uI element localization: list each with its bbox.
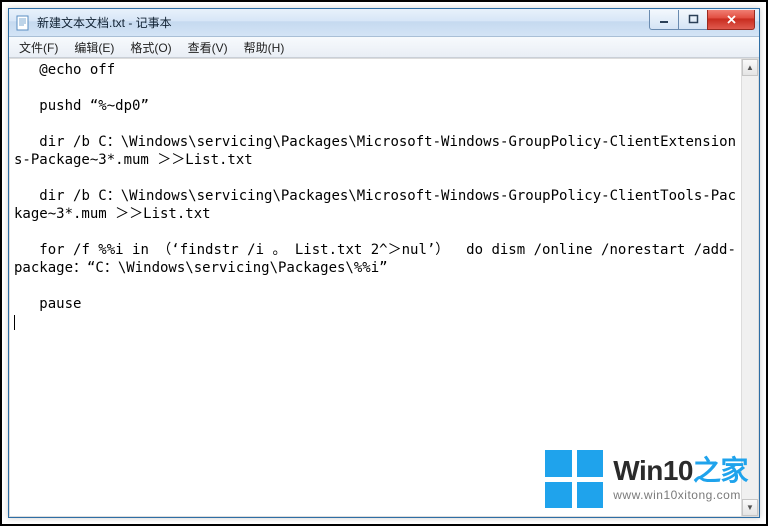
scroll-up-button[interactable]: ▲	[742, 59, 758, 76]
menu-view[interactable]: 查看(V)	[180, 37, 236, 58]
brand-suffix: 之家	[693, 455, 748, 486]
minimize-button[interactable]	[649, 10, 679, 30]
window-title: 新建文本文档.txt - 记事本	[37, 14, 650, 31]
menu-help[interactable]: 帮助(H)	[236, 37, 293, 58]
menu-format[interactable]: 格式(O)	[122, 37, 179, 58]
editor-text: @echo off pushd “%~dp0” dir /b C：\Window…	[14, 62, 736, 312]
menu-file[interactable]: 文件(F)	[11, 37, 66, 58]
watermark-brand: Win10之家	[613, 457, 748, 485]
vertical-scrollbar[interactable]: ▲ ▼	[741, 59, 758, 516]
window-controls	[650, 10, 755, 30]
brand-prefix: Win10	[613, 455, 693, 486]
watermark-text: Win10之家 www.win10xitong.com	[613, 457, 748, 501]
menu-edit[interactable]: 编辑(E)	[66, 37, 122, 58]
text-editor[interactable]: @echo off pushd “%~dp0” dir /b C：\Window…	[10, 59, 741, 516]
maximize-button[interactable]	[678, 10, 708, 30]
close-button[interactable]	[707, 10, 755, 30]
watermark-url: www.win10xitong.com	[613, 489, 748, 501]
menubar: 文件(F) 编辑(E) 格式(O) 查看(V) 帮助(H)	[9, 37, 759, 58]
watermark: Win10之家 www.win10xitong.com	[545, 450, 748, 508]
notepad-window: 新建文本文档.txt - 记事本 文件(F) 编辑(E) 格式(O) 查看(V)…	[8, 8, 760, 518]
windows-logo-icon	[545, 450, 603, 508]
editor-area: @echo off pushd “%~dp0” dir /b C：\Window…	[9, 58, 759, 517]
notepad-icon	[15, 15, 31, 31]
titlebar[interactable]: 新建文本文档.txt - 记事本	[9, 9, 759, 37]
text-caret	[14, 315, 15, 330]
